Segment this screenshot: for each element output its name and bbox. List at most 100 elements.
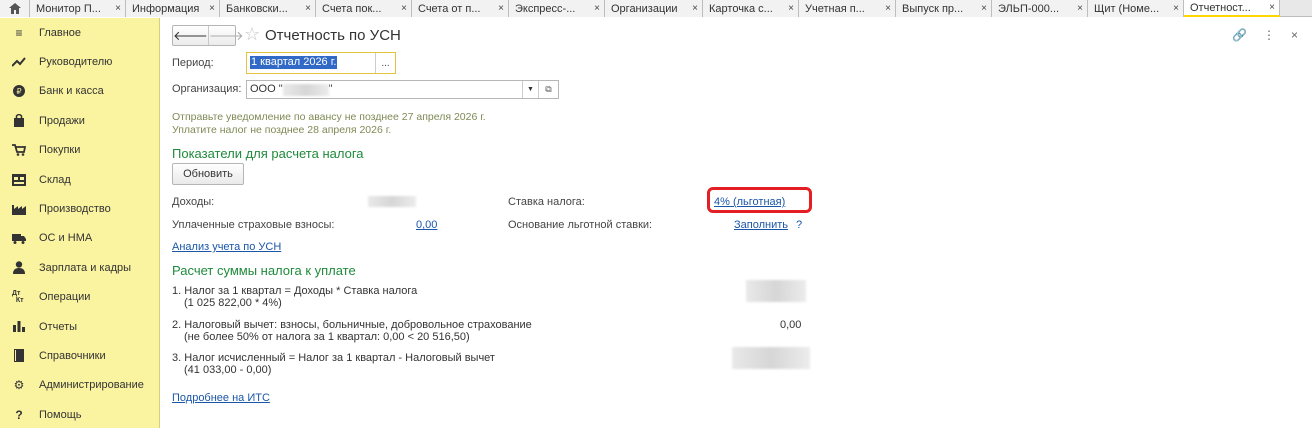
section-indicators-title: Показатели для расчета налога (172, 146, 364, 161)
back-arrow-icon[interactable]: 🡐 (173, 26, 208, 45)
person-icon (12, 261, 26, 275)
row-number: 2. (172, 319, 182, 331)
tab-label: Экспресс-... (515, 2, 576, 15)
open-icon[interactable]: ⧉ (538, 81, 558, 98)
close-icon[interactable]: × (1265, 2, 1279, 13)
svg-text:₽: ₽ (16, 87, 21, 96)
notice-notification: Отправьте уведомление по авансу не поздн… (172, 111, 486, 123)
close-icon[interactable]: × (301, 3, 315, 14)
period-field[interactable]: 1 квартал 2026 г. ... (246, 52, 396, 74)
help-question-icon[interactable]: ? (796, 219, 802, 231)
close-icon[interactable]: × (977, 3, 991, 14)
sidebar-item-label: Главное (39, 26, 82, 39)
analysis-link[interactable]: Анализ учета по УСН (172, 241, 281, 253)
sidebar-item-label: Операции (39, 291, 91, 304)
calc-row: 3. Налог исчисленный = Налог за 1 кварта… (172, 352, 495, 376)
nav-buttons: 🡐 🡒 (172, 25, 244, 46)
sidebar-item-directories[interactable]: Справочники (0, 341, 159, 370)
close-icon[interactable]: × (1291, 28, 1298, 42)
sidebar-item-main[interactable]: ≡ Главное (0, 18, 159, 47)
link-icon[interactable]: 🔗 (1232, 28, 1247, 42)
sidebar-item-administration[interactable]: ⚙ Администрирование (0, 371, 159, 400)
period-select-button[interactable]: ... (375, 53, 395, 73)
cart-icon (12, 143, 26, 157)
sidebar-item-label: Продажи (39, 114, 85, 127)
forward-arrow-icon[interactable]: 🡒 (207, 26, 244, 45)
close-icon[interactable]: × (205, 3, 219, 14)
tab-info[interactable]: Информация × (126, 0, 220, 17)
more-menu-icon[interactable]: ⋮ (1263, 28, 1275, 42)
tab-express[interactable]: Экспресс-... × (509, 0, 605, 17)
favorite-star-icon[interactable]: ☆ (244, 24, 260, 45)
sidebar-item-label: Администрирование (39, 379, 144, 392)
organization-field[interactable]: ООО " " ▼ ⧉ (246, 80, 559, 99)
tab-label: Отчетност... (1190, 1, 1251, 14)
tab-invoices-buyers[interactable]: Счета пок... × (316, 0, 412, 17)
fill-basis-link[interactable]: Заполнить (734, 219, 788, 231)
sidebar-item-help[interactable]: ? Помощь (0, 400, 159, 428)
row2-value: 0,00 (780, 319, 802, 331)
sidebar-item-bank[interactable]: ₽ Банк и касса (0, 77, 159, 106)
bar-chart-icon (12, 320, 26, 334)
sidebar-item-operations[interactable]: Дт Кт Операции (0, 283, 159, 312)
sidebar-item-salary[interactable]: Зарплата и кадры (0, 253, 159, 282)
close-icon[interactable]: × (881, 3, 895, 14)
bag-icon (12, 114, 26, 128)
sidebar-item-label: Зарплата и кадры (39, 261, 132, 274)
insurance-value-link[interactable]: 0,00 (416, 219, 437, 231)
sidebar-item-production[interactable]: Производство (0, 194, 159, 223)
tab-reporting[interactable]: Отчетност... × (1184, 0, 1280, 17)
tab-label: Щит (Номе... (1094, 2, 1160, 15)
tab-accounting-policy[interactable]: Учетная п... × (799, 0, 896, 17)
sidebar-item-sales[interactable]: Продажи (0, 106, 159, 135)
close-icon[interactable]: × (1169, 3, 1183, 14)
book-icon (12, 349, 26, 363)
sidebar-item-director[interactable]: Руководителю (0, 47, 159, 76)
tab-bank[interactable]: Банковски... × (220, 0, 316, 17)
header-actions: 🔗 ⋮ × (1232, 28, 1298, 42)
tab-label: Банковски... (226, 2, 288, 15)
row-number: 3. (172, 352, 182, 364)
tab-monitor[interactable]: Монитор П... × (30, 0, 126, 17)
tab-organizations[interactable]: Организации × (605, 0, 703, 17)
close-icon[interactable]: × (590, 3, 604, 14)
tab-card[interactable]: Карточка с... × (703, 0, 799, 17)
close-icon[interactable]: × (688, 3, 702, 14)
sidebar-item-reports[interactable]: Отчеты (0, 312, 159, 341)
tab-label: Счета пок... (322, 2, 382, 15)
redacted-row3-value (732, 347, 810, 369)
period-label: Период: (172, 57, 214, 69)
sidebar-item-purchases[interactable]: Покупки (0, 136, 159, 165)
factory-icon (12, 202, 26, 216)
close-icon[interactable]: × (397, 3, 411, 14)
main-panel: 🡐 🡒 ☆ Отчетность по УСН 🔗 ⋮ × Период: 1 … (161, 18, 1312, 428)
sidebar-item-label: ОС и НМА (39, 232, 93, 245)
row-number: 1. (172, 285, 182, 297)
close-icon[interactable]: × (1073, 3, 1087, 14)
close-icon[interactable]: × (784, 3, 798, 14)
dropdown-arrow-icon[interactable]: ▼ (522, 81, 538, 98)
tab-nomenclature[interactable]: Щит (Номе... × (1088, 0, 1184, 17)
sidebar-item-label: Производство (39, 203, 111, 216)
tab-label: ЭЛЬП-000... (998, 2, 1060, 15)
sidebar-item-fixed-assets[interactable]: ОС и НМА (0, 224, 159, 253)
sidebar-item-warehouse[interactable]: Склад (0, 165, 159, 194)
redacted-income-value (368, 196, 416, 207)
refresh-button[interactable]: Обновить (172, 163, 244, 185)
home-icon[interactable] (0, 0, 30, 17)
its-link[interactable]: Подробнее на ИТС (172, 392, 270, 404)
close-icon[interactable]: × (111, 3, 125, 14)
sidebar-item-label: Помощь (39, 408, 82, 421)
close-icon[interactable]: × (494, 3, 508, 14)
organization-label: Организация: (172, 83, 242, 95)
sidebar-item-label: Склад (39, 173, 71, 186)
tab-invoices-suppliers[interactable]: Счета от п... × (412, 0, 509, 17)
calc-row: 1. Налог за 1 квартал = Доходы * Ставка … (172, 285, 417, 309)
tab-production-output[interactable]: Выпуск пр... × (896, 0, 992, 17)
row-formula: Налог за 1 квартал = Доходы * Ставка нал… (184, 285, 418, 297)
section-calculation-title: Расчет суммы налога к уплате (172, 263, 356, 278)
preferential-basis-label: Основание льготной ставки: (508, 219, 653, 231)
tab-document[interactable]: ЭЛЬП-000... × (992, 0, 1088, 17)
help-icon: ? (15, 407, 23, 422)
menu-icon: ≡ (15, 25, 23, 40)
